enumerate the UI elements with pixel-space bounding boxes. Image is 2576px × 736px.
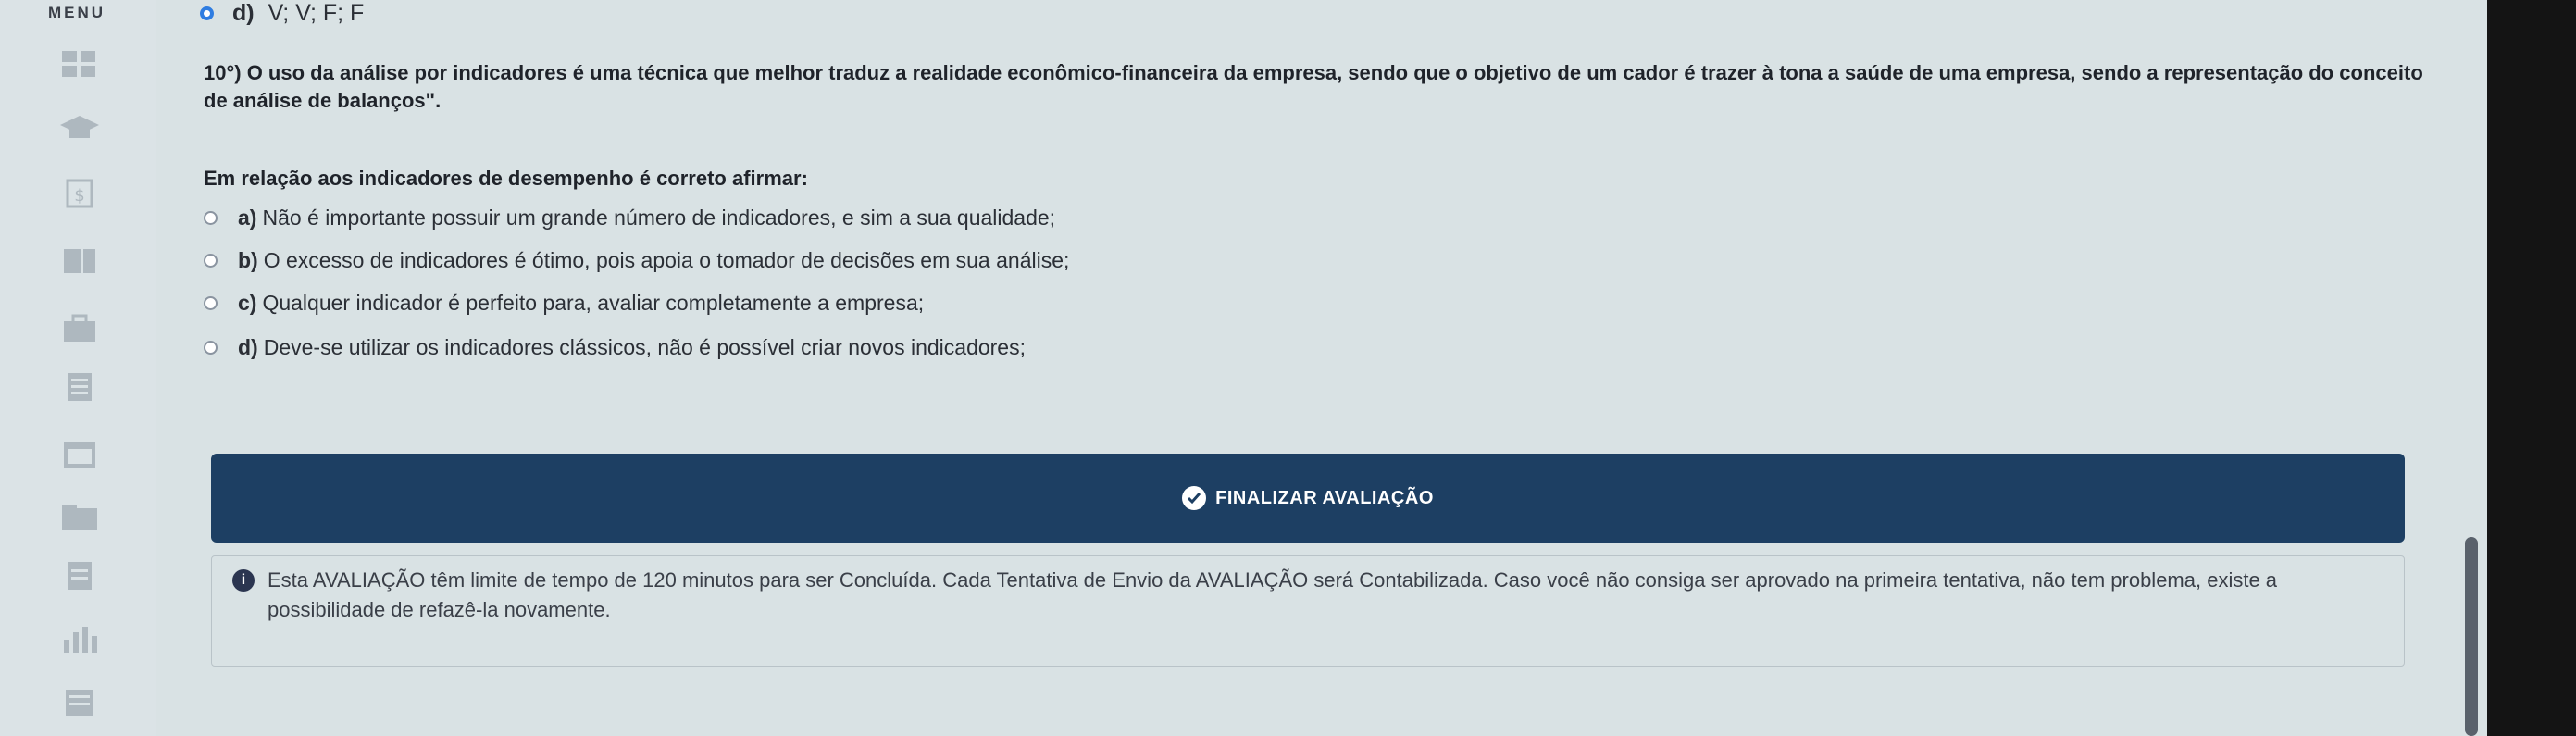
document-icon[interactable] — [57, 368, 102, 405]
option-d[interactable]: d) Deve-se utilizar os indicadores clássi… — [204, 335, 1026, 360]
option-letter: d) — [232, 0, 255, 26]
previous-answer-option[interactable]: d) V; V; F; F — [200, 0, 364, 27]
main-content: d) V; V; F; F 10°) O uso da análise por … — [156, 0, 2470, 736]
notice-text: Esta AVALIAÇÃO têm limite de tempo de 12… — [268, 568, 2278, 621]
dollar-icon[interactable]: $ — [57, 176, 102, 213]
option-text: V; V; F; F — [268, 0, 365, 26]
notes-icon[interactable] — [57, 557, 102, 594]
chart-icon[interactable] — [57, 620, 102, 657]
option-letter: d) — [238, 335, 258, 359]
briefcase-icon[interactable] — [57, 309, 102, 346]
option-text: Qualquer indicador é perfeito para, aval… — [262, 291, 925, 315]
dashboard-icon[interactable] — [57, 46, 102, 83]
option-letter: c) — [238, 291, 257, 315]
radio-button[interactable] — [204, 254, 218, 268]
option-c[interactable]: c) Qualquer indicador é perfeito para, av… — [204, 291, 924, 316]
option-text: Deve-se utilizar os indicadores clássico… — [263, 335, 1026, 359]
list-icon[interactable] — [57, 683, 102, 720]
question-text: 10°) O uso da análise por indicadores é … — [204, 61, 2423, 112]
graduation-cap-icon[interactable] — [57, 109, 102, 146]
calendar-icon[interactable] — [57, 435, 102, 472]
finalize-label: FINALIZAR AVALIAÇÃO — [1215, 487, 1434, 508]
svg-text:$: $ — [74, 186, 84, 206]
option-text: O excesso de indicadores é ótimo, pois a… — [263, 248, 1070, 272]
time-limit-notice: i Esta AVALIAÇÃO têm limite de tempo de … — [211, 555, 2405, 667]
radio-button[interactable] — [204, 296, 218, 310]
info-icon: i — [232, 569, 255, 592]
radio-selected[interactable] — [200, 6, 214, 20]
scrollbar[interactable] — [2465, 537, 2478, 736]
screen-edge — [2487, 0, 2576, 736]
question-prompt: Em relação aos indicadores de desempenho… — [204, 167, 808, 190]
menu-label[interactable]: MENU — [48, 4, 106, 22]
option-a[interactable]: a) Não é importante possuir um grande núm… — [204, 206, 1055, 231]
folder-icon[interactable] — [57, 498, 102, 535]
option-letter: b) — [238, 248, 258, 272]
check-circle-icon — [1182, 486, 1207, 510]
sidebar: MENU $ — [0, 0, 156, 736]
radio-button[interactable] — [204, 211, 218, 225]
option-letter: a) — [238, 206, 257, 230]
radio-button[interactable] — [204, 341, 218, 355]
book-icon[interactable] — [57, 243, 102, 280]
finalize-evaluation-button[interactable]: FINALIZAR AVALIAÇÃO — [211, 454, 2405, 543]
option-text: Não é importante possuir um grande númer… — [262, 206, 1056, 230]
option-b[interactable]: b) O excesso de indicadores é ótimo, pois… — [204, 248, 1069, 273]
